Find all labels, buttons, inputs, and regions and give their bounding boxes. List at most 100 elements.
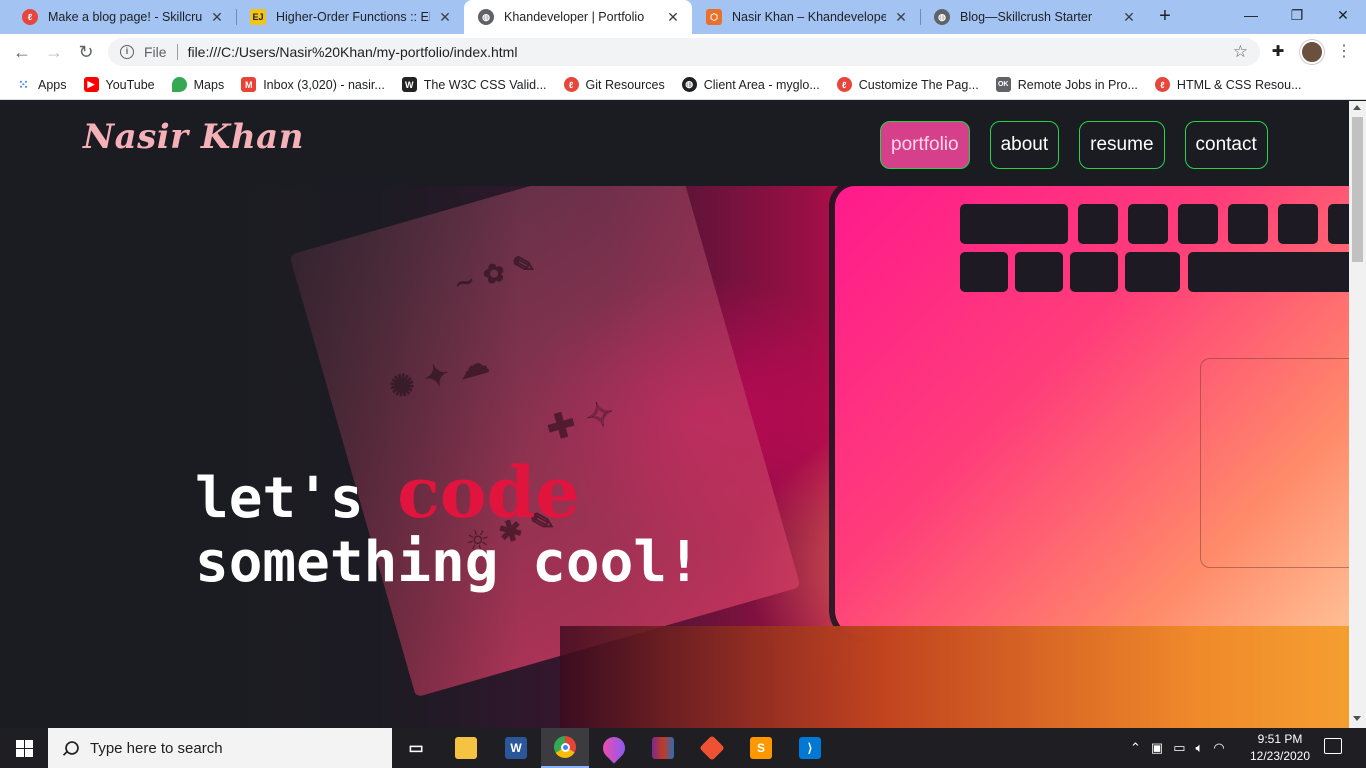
bookmark-customize[interactable]: ℓ Customize The Pag...: [836, 77, 979, 92]
tab-title: Make a blog page! - Skillcrush: [48, 10, 202, 24]
bookmark-inbox[interactable]: M Inbox (3,020) - nasir...: [241, 77, 385, 92]
close-window-button[interactable]: ✕: [1320, 0, 1366, 32]
task-view-button[interactable]: ▭: [392, 728, 440, 768]
page-scrollbar[interactable]: [1349, 101, 1366, 728]
globe-icon: ◍: [478, 9, 494, 25]
url-text[interactable]: file:///C:/Users/Nasir%20Khan/my-portfol…: [188, 44, 518, 60]
vscode-button[interactable]: ⟩: [786, 728, 834, 768]
battery-icon[interactable]: ▭: [1173, 740, 1185, 756]
chevron-up-icon[interactable]: ⌃: [1130, 740, 1141, 756]
scroll-up-arrow-icon[interactable]: [1353, 105, 1361, 110]
bookmark-label: Remote Jobs in Pro...: [1017, 77, 1138, 92]
scroll-thumb[interactable]: [1352, 117, 1363, 262]
profile-avatar[interactable]: [1300, 40, 1324, 64]
file-explorer-button[interactable]: [442, 728, 490, 768]
new-tab-button[interactable]: +: [1153, 5, 1177, 29]
tab-portfolio[interactable]: ◍ Khandeveloper | Portfolio ✕: [464, 0, 692, 34]
keyboard-key: [1015, 252, 1063, 292]
skillcrush-icon: ℓ: [563, 77, 579, 92]
meet-now-icon[interactable]: ▣: [1151, 740, 1163, 756]
close-icon[interactable]: ✕: [1120, 9, 1138, 26]
forward-arrow-icon[interactable]: →: [42, 40, 66, 64]
tab-title: Higher-Order Functions :: Eloq: [276, 10, 430, 24]
bookmark-youtube[interactable]: ▶ YouTube: [83, 77, 155, 92]
trackpad-image: [1200, 358, 1349, 568]
volume-icon[interactable]: 🔈︎: [1196, 740, 1204, 756]
word-button[interactable]: W: [492, 728, 540, 768]
start-button[interactable]: [0, 728, 48, 768]
headline-highlight: code: [397, 451, 581, 534]
laptop-image: [835, 186, 1349, 636]
bookmark-label: Apps: [38, 77, 67, 92]
keyboard-key: [1070, 252, 1118, 292]
keyboard-key: [1128, 204, 1168, 244]
minimize-button[interactable]: —: [1228, 0, 1274, 32]
bookmark-label: The W3C CSS Valid...: [423, 77, 547, 92]
winrar-icon: [652, 737, 674, 759]
chrome-button[interactable]: [541, 728, 589, 768]
tab-title: Nasir Khan – Khandeveloper: [732, 10, 886, 24]
bookmark-remote-jobs[interactable]: OK Remote Jobs in Pro...: [995, 77, 1138, 92]
bookmark-star-icon[interactable]: ☆: [1233, 42, 1248, 62]
bookmark-client-area[interactable]: ◍ Client Area - myglo...: [681, 77, 820, 92]
taskbar-search[interactable]: Type here to search: [48, 728, 392, 768]
browser-toolbar: ← → ↻ i File file:///C:/Users/Nasir%20Kh…: [0, 34, 1366, 70]
bookmark-git-resources[interactable]: ℓ Git Resources: [563, 77, 665, 92]
nav-about-button[interactable]: about: [989, 121, 1060, 169]
bookmark-w3c[interactable]: W The W3C CSS Valid...: [401, 77, 547, 92]
headline-text: let's: [195, 466, 398, 531]
notification-center-icon[interactable]: [1324, 738, 1342, 754]
url-divider: [176, 44, 178, 60]
tab-skillcrush-blog[interactable]: ℓ Make a blog page! - Skillcrush ✕: [8, 0, 236, 34]
scroll-down-arrow-icon[interactable]: [1353, 716, 1361, 721]
bookmark-maps[interactable]: Maps: [171, 77, 224, 92]
keyboard-key: [1078, 204, 1118, 244]
url-scheme-label: File: [144, 44, 167, 60]
headline-line-1: let's code: [195, 458, 701, 531]
paint-drop-icon: [598, 732, 630, 764]
wifi-icon[interactable]: ◠: [1213, 740, 1224, 756]
keyboard-image: [960, 186, 1349, 311]
chrome-icon: [554, 736, 576, 758]
bookmark-label: Inbox (3,020) - nasir...: [263, 77, 385, 92]
kebab-menu-icon[interactable]: ⋮: [1334, 40, 1354, 64]
paint-app-button[interactable]: [590, 728, 638, 768]
w3c-icon: W: [401, 77, 417, 92]
close-icon[interactable]: ✕: [208, 9, 226, 26]
winrar-button[interactable]: [639, 728, 687, 768]
youtube-icon: ▶: [83, 77, 99, 92]
tab-blog-starter[interactable]: ◍ Blog—Skillcrush Starter ✕: [920, 0, 1148, 34]
close-icon[interactable]: ✕: [436, 9, 454, 26]
nav-contact-button[interactable]: contact: [1184, 121, 1268, 169]
tab-title: Blog—Skillcrush Starter: [960, 10, 1092, 24]
restore-button[interactable]: ❐: [1274, 0, 1320, 32]
taskbar-clock[interactable]: 9:51 PM 12/23/2020: [1248, 731, 1312, 765]
keyboard-key: [1328, 204, 1349, 244]
hero-headline: let's code something cool!: [195, 458, 701, 595]
file-explorer-icon: [455, 737, 477, 759]
ok-icon: OK: [995, 77, 1011, 92]
extensions-puzzle-icon[interactable]: ✚: [1268, 42, 1288, 62]
nav-resume-button[interactable]: resume: [1079, 121, 1165, 169]
address-bar[interactable]: i File file:///C:/Users/Nasir%20Khan/my-…: [108, 38, 1260, 66]
doodle-decoration: ✚ ✧: [542, 392, 620, 450]
bookmark-label: HTML & CSS Resou...: [1176, 77, 1302, 92]
back-arrow-icon[interactable]: ←: [10, 40, 34, 64]
nav-portfolio-button[interactable]: portfolio: [880, 121, 970, 169]
clock-time: 9:51 PM: [1257, 732, 1303, 746]
globe-icon: ◍: [934, 9, 950, 25]
sublime-button[interactable]: S: [737, 728, 785, 768]
bookmark-html-css[interactable]: ℓ HTML & CSS Resou...: [1154, 77, 1302, 92]
close-icon[interactable]: ✕: [664, 9, 682, 26]
close-icon[interactable]: ✕: [892, 9, 910, 26]
site-logo[interactable]: Nasir Khan: [83, 117, 304, 157]
info-icon[interactable]: i: [120, 45, 134, 59]
search-placeholder: Type here to search: [90, 739, 223, 757]
tab-eloquent-js[interactable]: EJ Higher-Order Functions :: Eloq ✕: [236, 0, 464, 34]
reload-icon[interactable]: ↻: [74, 40, 98, 64]
windows-logo-icon: [15, 739, 33, 757]
tab-codepen[interactable]: ⬡ Nasir Khan – Khandeveloper ✕: [692, 0, 920, 34]
apps-grid-icon: ⁙: [18, 76, 29, 92]
bookmark-apps[interactable]: ⁙ Apps: [16, 76, 67, 92]
git-button[interactable]: [688, 728, 736, 768]
